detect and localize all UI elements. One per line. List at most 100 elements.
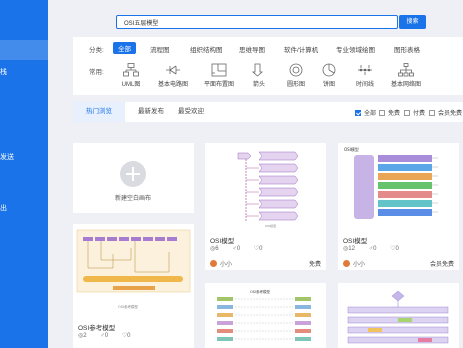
card-stats: ◎12 ♂0 ♡0 xyxy=(343,245,411,252)
common-label-text: 基本电路图 xyxy=(157,82,188,88)
likes-count: 0 xyxy=(236,246,241,252)
common-arrow[interactable]: 箭头 xyxy=(239,63,279,88)
avatar xyxy=(343,260,350,267)
common-floorplan[interactable]: 平面布置图 xyxy=(199,63,239,88)
arrow-icon xyxy=(251,63,264,77)
thumb-caption: OSI模型 xyxy=(265,223,276,228)
card-author[interactable]: 小小 xyxy=(210,259,232,268)
thumb-caption: OSI参考模型 xyxy=(118,304,139,309)
template-card[interactable] xyxy=(338,283,459,348)
common-circuit[interactable]: 基本电路图 xyxy=(153,63,193,88)
common-pie[interactable]: 饼图 xyxy=(309,63,349,88)
category-software[interactable]: 软件/计算机 xyxy=(284,44,318,54)
template-card[interactable]: OSI参考模型 OSI参考模型 ◎2 ♂0 ♡0 xyxy=(73,224,194,348)
filter-paid-checkbox[interactable]: 付费 xyxy=(404,108,425,117)
category-graphic-table[interactable]: 图形表格 xyxy=(394,44,420,54)
likes-stat: ♂0 xyxy=(100,333,108,339)
osi-flow-diagram xyxy=(347,290,449,344)
views-stat: ◎12 xyxy=(343,245,355,252)
comments-count: 0 xyxy=(395,246,399,252)
search-input[interactable] xyxy=(117,16,399,28)
views-count: 2 xyxy=(83,333,87,339)
card-stats: ◎6 ♂0 ♡0 xyxy=(210,245,275,252)
common-label-text: 基本网络图 xyxy=(390,82,421,88)
sidebar: 栈 发送 出 xyxy=(0,0,48,348)
filter-all-checkbox[interactable]: 全部 xyxy=(355,108,376,117)
price-tag: 会员免费 xyxy=(429,262,454,268)
tab-hot[interactable]: 热门浏览 xyxy=(73,102,125,122)
tab-popular[interactable]: 最受欢迎 xyxy=(171,102,211,122)
sidebar-item-active[interactable] xyxy=(0,40,48,60)
card-title: OSI模型 xyxy=(210,238,235,245)
pie-icon xyxy=(322,63,336,77)
checkbox-label: 付费 xyxy=(413,111,426,117)
views-count: 6 xyxy=(215,246,219,252)
likes-stat: ♂0 xyxy=(369,246,377,252)
main-content: 搜索 分类: 全部 流程图 组织结构图 思维导图 软件/计算机 专业领域绘图 图… xyxy=(48,0,463,348)
avatar xyxy=(210,260,217,267)
filter-free-checkbox[interactable]: 免费 xyxy=(379,108,400,117)
category-mindmap[interactable]: 思维导图 xyxy=(239,44,265,54)
common-network[interactable]: 基本网络图 xyxy=(386,63,426,88)
template-card[interactable]: OSI参考模型 xyxy=(205,283,326,348)
views-stat: ◎6 xyxy=(210,245,219,252)
views-stat: ◎2 xyxy=(78,332,87,339)
new-blank-canvas-label: 新建空白画布 xyxy=(114,196,151,202)
common-label-text: 箭头 xyxy=(252,82,265,88)
osi-colored-diagram: OSI模型 xyxy=(344,146,438,219)
search-box xyxy=(116,15,399,29)
card-stats: ◎2 ♂0 ♡0 xyxy=(78,332,143,339)
tab-latest[interactable]: 最新发布 xyxy=(131,102,171,122)
comments-count: 0 xyxy=(259,246,263,252)
plus-icon xyxy=(120,161,146,187)
common-label-text: UML图 xyxy=(121,82,141,88)
common-label-text: 平面布置图 xyxy=(203,82,234,88)
card-thumbnail: OSI参考模型 xyxy=(205,283,326,348)
network-icon xyxy=(398,63,414,77)
category-flowchart[interactable]: 流程图 xyxy=(150,44,170,54)
osi-layer-diagram: OSI参考模型 xyxy=(217,289,311,341)
author-name: 小小 xyxy=(353,262,366,268)
card-thumbnail: OSI参考模型 xyxy=(73,224,194,316)
sidebar-item-label: 栈 xyxy=(0,69,7,76)
comments-stat: ♡0 xyxy=(254,245,263,252)
comments-stat: ♡0 xyxy=(122,332,131,339)
floorplan-icon xyxy=(211,63,227,77)
category-professional[interactable]: 专业领域绘图 xyxy=(336,44,375,54)
price-tag: 免费 xyxy=(308,262,321,268)
template-card[interactable]: OSI模型 OSI模型 ◎12 ♂0 ♡0 小小 会员免费 xyxy=(338,143,459,270)
uml-icon xyxy=(123,63,139,77)
filter-panel: 分类: 全部 流程图 组织结构图 思维导图 软件/计算机 专业领域绘图 图形表格… xyxy=(73,37,463,95)
thumb-caption: OSI模型 xyxy=(344,146,359,152)
category-org-chart[interactable]: 组织结构图 xyxy=(190,44,223,54)
tabs-bar: 热门浏览 最新发布 最受欢迎 全部 免费 付费 会员免费 xyxy=(73,102,463,122)
card-thumbnail: OSI模型 xyxy=(205,143,326,230)
checkbox-icon xyxy=(379,110,385,116)
card-title: OSI参考模型 xyxy=(78,325,116,332)
new-blank-canvas-card[interactable]: 新建空白画布 xyxy=(73,143,194,213)
checkbox-checked-icon xyxy=(355,110,361,116)
card-thumbnail xyxy=(338,283,459,348)
common-label-text: 时间线 xyxy=(355,82,374,88)
checkbox-label: 全部 xyxy=(364,111,377,117)
author-name: 小小 xyxy=(220,262,233,268)
filter-member-free-checkbox[interactable]: 会员免费 xyxy=(429,108,462,117)
common-label-text: 饼图 xyxy=(322,82,335,88)
card-thumbnail: OSI模型 xyxy=(338,143,459,230)
category-label: 分类: xyxy=(89,47,104,54)
search-button[interactable]: 搜索 xyxy=(399,15,426,29)
sidebar-item-label: 发送 xyxy=(0,154,14,161)
card-author[interactable]: 小小 xyxy=(343,259,365,268)
checkbox-label: 会员免费 xyxy=(438,111,463,117)
circle-chart-icon xyxy=(289,63,303,77)
checkbox-icon xyxy=(429,110,435,116)
views-count: 12 xyxy=(348,246,355,252)
checkbox-label: 免费 xyxy=(388,111,401,117)
template-card[interactable]: OSI模型 OSI模型 ◎6 ♂0 ♡0 小小 免费 xyxy=(205,143,326,270)
osi-reference-diagram: OSI参考模型 xyxy=(76,229,191,309)
sidebar-item-label: 出 xyxy=(0,205,7,212)
comments-stat: ♡0 xyxy=(390,245,399,252)
common-timeline[interactable]: 时间线 xyxy=(345,63,385,88)
common-uml[interactable]: UML图 xyxy=(111,63,151,88)
category-all[interactable]: 全部 xyxy=(113,42,136,54)
